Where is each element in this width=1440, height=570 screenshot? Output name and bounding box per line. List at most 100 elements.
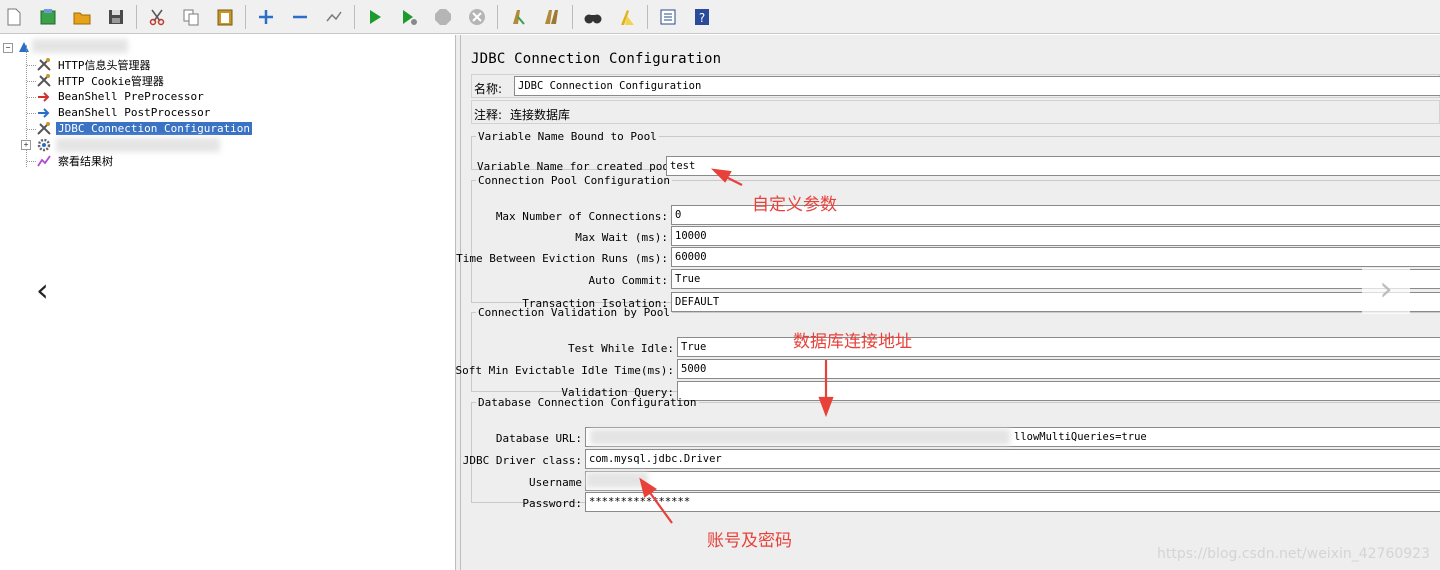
comment-input[interactable]: 连接数据库 (510, 106, 570, 123)
tree-item-beanshell-postprocessor[interactable]: BeanShell PostProcessor (36, 105, 212, 120)
tree-item-label: HTTP Cookie管理器 (58, 74, 164, 88)
tree-item-http-header-manager[interactable]: HTTP信息头管理器 (36, 57, 153, 72)
toolbar: ? (0, 0, 1440, 34)
password-label: Password: (522, 497, 582, 510)
tree-expand-sampler[interactable]: + (21, 140, 31, 150)
toggle-button[interactable] (320, 3, 348, 31)
collapse-icon (293, 15, 307, 18)
toolbar-separator (136, 4, 137, 29)
tree-guide-line (27, 65, 36, 66)
eviction-runs-input[interactable]: 60000 (671, 247, 1440, 267)
new-button[interactable] (0, 3, 28, 31)
page-title: JDBC Connection Configuration (471, 51, 722, 67)
toolbar-separator (572, 4, 573, 29)
preprocessor-icon (36, 90, 52, 104)
variable-name-input[interactable]: test (666, 156, 1440, 176)
tree-item-label: BeanShell PreProcessor (58, 90, 204, 103)
start-button[interactable] (361, 3, 389, 31)
paste-icon (217, 9, 233, 25)
tree-item-view-results-tree[interactable]: 察看结果树 (36, 153, 115, 168)
save-button[interactable] (102, 3, 130, 31)
name-input[interactable]: JDBC Connection Configuration (514, 76, 1440, 96)
wrench-icon (36, 73, 52, 88)
connection-validation-group: Connection Validation by Pool Test While… (455, 306, 1440, 401)
gear-icon (36, 138, 52, 152)
eviction-runs-label: Time Between Eviction Runs (ms): (456, 252, 668, 265)
test-while-idle-label: Test While Idle: (568, 342, 674, 355)
tree-item-label: BeanShell PostProcessor (58, 106, 211, 119)
name-label: 名称: (474, 82, 503, 96)
start-no-pauses-button[interactable] (395, 3, 423, 31)
password-input[interactable]: **************** (585, 492, 1440, 512)
variable-name-group: Variable Name Bound to Pool Variable Nam… (471, 130, 1440, 176)
copy-button[interactable] (177, 3, 205, 31)
tree-item-label: HTTP信息头管理器 (58, 58, 151, 72)
new-icon (7, 8, 21, 25)
expand-icon (259, 9, 273, 24)
reset-search-icon (621, 9, 634, 25)
clear-all-button[interactable] (538, 3, 566, 31)
connection-pool-group: Connection Pool Configuration Max Number… (456, 174, 1440, 312)
tree-guide-line (27, 161, 36, 162)
shutdown-icon (469, 8, 485, 25)
search-icon (584, 14, 602, 23)
tree-item-beanshell-preprocessor[interactable]: BeanShell PreProcessor (36, 89, 206, 104)
auto-commit-select[interactable]: True (671, 269, 1440, 289)
previous-arrow-icon[interactable]: ‹ (36, 271, 49, 309)
clear-icon (513, 9, 525, 25)
annotation-custom-param: 自定义参数 (752, 195, 837, 215)
toggle-icon (326, 11, 342, 21)
name-row: 名称: JDBC Connection Configuration (471, 74, 1440, 98)
expand-all-button[interactable] (252, 3, 280, 31)
wrench-icon (36, 57, 52, 72)
annotation-db-url: 数据库连接地址 (793, 332, 912, 352)
toolbar-separator (245, 4, 246, 29)
function-helper-icon (660, 9, 676, 24)
watermark: https://blog.csdn.net/weixin_42760923 (1156, 546, 1430, 562)
clear-button[interactable] (504, 3, 532, 31)
copy-icon (183, 9, 199, 25)
max-wait-input[interactable]: 10000 (671, 226, 1440, 246)
tree-collapse-root[interactable]: − (3, 43, 13, 53)
redacted-username (586, 472, 648, 488)
shutdown-button[interactable] (463, 3, 491, 31)
clear-all-icon (545, 9, 558, 24)
redacted-root-label (32, 39, 128, 53)
test-plan-tree: − HTTP信息头管理器 HTTP Cookie管理器 BeanShell Pr… (0, 35, 455, 570)
database-url-label: Database URL: (495, 432, 582, 445)
database-connection-group: Database Connection Configuration Databa… (463, 396, 1440, 512)
tree-item-label: JDBC Connection Configuration (54, 121, 254, 136)
tree-item-redacted-sampler[interactable] (36, 137, 220, 152)
redacted-sampler-label (56, 137, 220, 152)
comment-row: 注释: 连接数据库 (471, 100, 1440, 124)
svg-text:?: ? (699, 11, 705, 25)
thread-group-icon (19, 42, 29, 52)
templates-button[interactable] (34, 3, 62, 31)
jdbc-driver-class-input[interactable]: com.mysql.jdbc.Driver (585, 449, 1440, 469)
jdbc-driver-class-label: JDBC Driver class: (462, 454, 582, 467)
reset-search-button[interactable] (613, 3, 641, 31)
start-no-pause-icon (403, 9, 417, 25)
open-button[interactable] (68, 3, 96, 31)
help-button[interactable]: ? (688, 3, 716, 31)
toolbar-separator (647, 4, 648, 29)
cut-icon (149, 9, 165, 25)
test-while-idle-select[interactable]: True (677, 337, 1440, 357)
help-icon: ? (695, 8, 709, 25)
paste-button[interactable] (211, 3, 239, 31)
soft-min-idle-input[interactable]: 5000 (677, 359, 1440, 379)
tree-guide-line (27, 129, 36, 130)
next-arrow-icon[interactable]: › (1362, 268, 1410, 314)
username-input[interactable] (585, 471, 1440, 491)
comment-label: 注释: (474, 108, 503, 122)
function-helper-button[interactable] (654, 3, 682, 31)
cut-button[interactable] (143, 3, 171, 31)
tree-item-http-cookie-manager[interactable]: HTTP Cookie管理器 (36, 73, 166, 88)
collapse-all-button[interactable] (286, 3, 314, 31)
tree-item-jdbc-connection-configuration[interactable]: JDBC Connection Configuration (36, 121, 254, 136)
search-button[interactable] (579, 3, 607, 31)
max-wait-label: Max Wait (ms): (575, 231, 668, 244)
wrench-icon (36, 121, 52, 136)
toolbar-separator (354, 4, 355, 29)
stop-button[interactable] (429, 3, 457, 31)
